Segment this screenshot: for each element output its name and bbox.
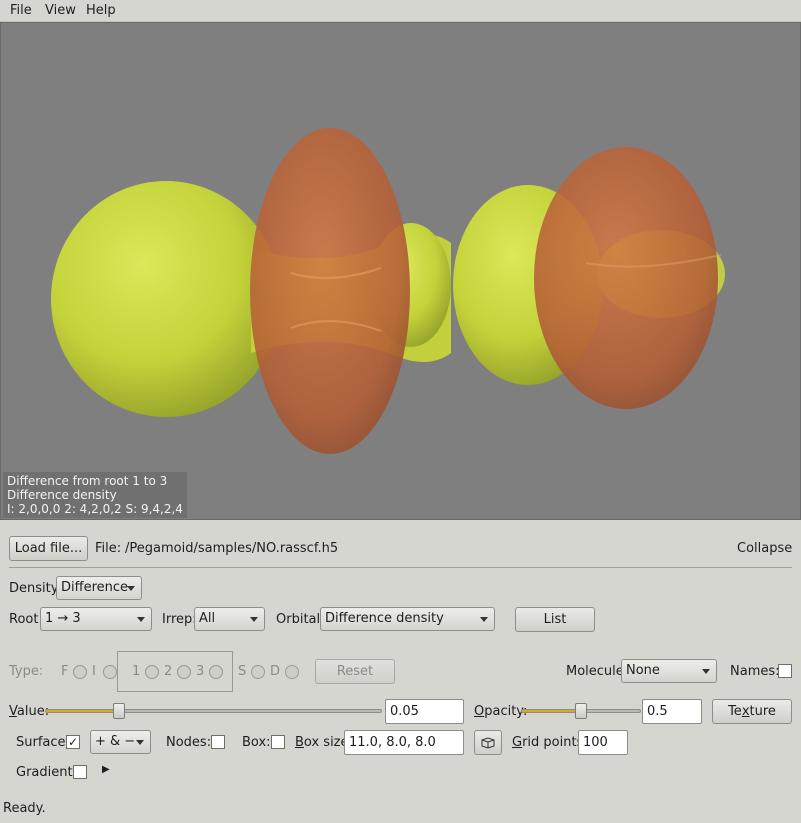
irrep-select[interactable]: All [194,607,265,631]
collapse-toggle[interactable]: Collapse [737,541,792,556]
gradient-label: Gradient: [16,765,77,780]
status-text: Ready. [3,801,46,816]
type-option-s-label: S [238,664,247,679]
value-label: Value: [9,704,50,719]
chevron-down-icon [250,617,258,622]
menu-help[interactable]: Help [86,3,116,18]
density-label: Density: [9,581,62,596]
molecule-select[interactable]: None [621,659,717,683]
root-value: 1 → 3 [45,611,81,626]
root-select[interactable]: 1 → 3 [40,607,152,631]
type-option-1-label: 1 [132,664,141,679]
render-viewport[interactable]: Difference from root 1 to 3 Difference d… [0,22,801,520]
root-label: Root: [9,612,43,627]
surface-label: Surface: [16,735,70,750]
names-checkbox[interactable] [778,664,792,678]
density-select[interactable]: Difference [56,576,142,600]
menu-file[interactable]: File [10,3,32,18]
positive-lobe-left [51,181,281,417]
nodes-checkbox[interactable] [211,735,225,749]
overlay-irrep-info: I: 2,0,0,0 2: 4,2,0,2 S: 9,4,2,4 [7,502,183,516]
menu-view[interactable]: View [45,3,76,18]
gradient-checkbox[interactable] [73,765,87,779]
negative-lobe-left [250,128,410,454]
separator [9,567,792,568]
file-path: /Pegamoid/samples/NO.rasscf.h5 [125,541,339,556]
menu-bar: File View Help [0,0,801,22]
surface-mode-value: + & − [95,734,136,749]
surface-mode-select[interactable]: + & − [90,730,151,754]
box-checkbox[interactable] [271,735,285,749]
orbital-render [51,128,725,454]
surface-checkbox[interactable]: ✓ [66,735,80,749]
texture-button[interactable]: Te x ture [712,699,792,724]
reset-view-button[interactable] [474,730,502,755]
type-option-d-radio[interactable] [285,665,299,679]
value-slider[interactable] [45,709,382,713]
overlay-density: Difference density [7,488,117,502]
chevron-down-icon [137,617,145,622]
box-size-field[interactable]: 11.0, 8.0, 8.0 [344,730,464,755]
grid-points-field[interactable]: 100 [578,730,628,755]
opacity-slider-fill [522,710,582,712]
type-option-i-label: I [92,664,96,679]
box-label: Box: [242,735,271,750]
type-option-3-radio[interactable] [209,665,223,679]
chevron-down-icon [480,617,488,622]
molecule-label: Molecule: [566,664,629,679]
type-option-f-radio[interactable] [73,665,87,679]
overlay-title: Difference from root 1 to 3 [7,474,168,488]
chevron-down-icon [127,586,135,591]
irrep-label: Irrep: [162,612,197,627]
orbital-label: Orbital: [276,612,325,627]
value-field[interactable]: 0.05 [385,699,464,724]
value-slider-fill [46,710,121,712]
info-overlay: Difference from root 1 to 3 Difference d… [3,472,187,518]
load-file-button[interactable]: Load file... [9,536,88,561]
expand-arrow-icon[interactable]: ▶ [102,764,110,775]
grid-points-label: Grid points: [512,735,588,750]
molecule-value: None [626,663,660,678]
box-view-icon [481,736,495,749]
chevron-down-icon [702,669,710,674]
value-slider-handle[interactable] [113,703,126,719]
nodes-label: Nodes: [166,735,212,750]
type-option-d-label: D [270,664,281,679]
orbital-value: Difference density [325,611,444,626]
irrep-value: All [199,611,216,626]
opacity-label: Opacity: [474,704,528,719]
type-option-3-label: 3 [196,664,205,679]
file-label: File: [95,541,122,556]
opacity-field[interactable]: 0.5 [642,699,702,724]
negative-lobe-right [534,147,718,409]
orbital-select[interactable]: Difference density [320,607,495,631]
opacity-slider-handle[interactable] [575,703,587,719]
type-option-i-radio[interactable] [103,665,117,679]
type-option-2-label: 2 [164,664,173,679]
reset-button[interactable]: Reset [315,659,395,684]
type-option-1-radio[interactable] [145,665,159,679]
type-option-s-radio[interactable] [251,665,265,679]
list-button[interactable]: List [515,607,595,632]
density-value: Difference [61,580,129,595]
chevron-down-icon [136,740,144,745]
type-option-2-radio[interactable] [177,665,191,679]
type-option-f-label: F [61,664,69,679]
names-label: Names: [730,664,780,679]
type-label: Type: [9,664,44,679]
